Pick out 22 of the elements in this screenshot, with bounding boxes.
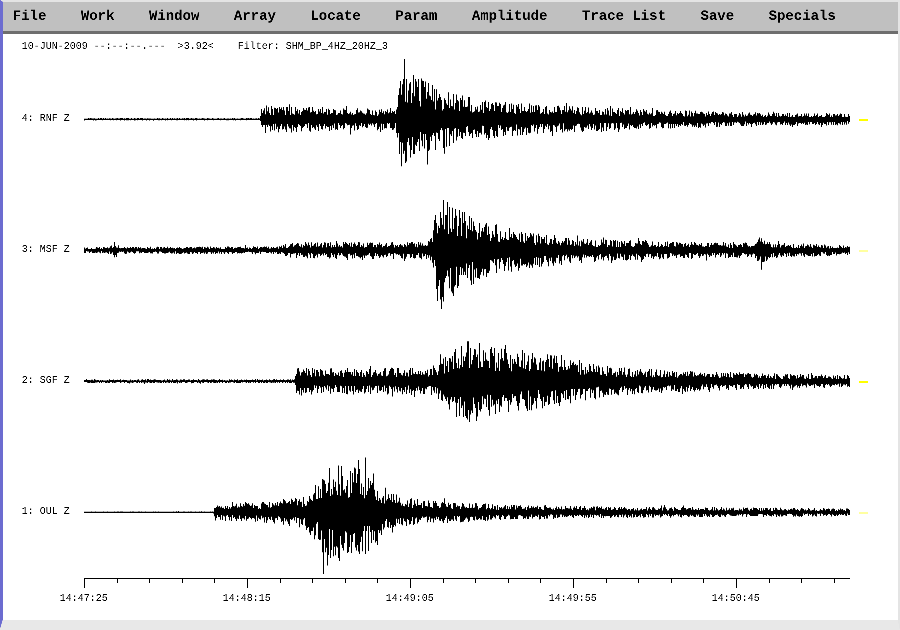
- menu-item[interactable]: Param: [396, 8, 438, 24]
- trace-label: 2: SGF Z: [22, 376, 72, 388]
- time-label: 14:47:25: [60, 594, 108, 605]
- time-label: 14:50:45: [712, 594, 760, 605]
- menu-item[interactable]: Window: [149, 8, 200, 24]
- menu-item[interactable]: Array: [234, 8, 276, 24]
- menu-item[interactable]: File: [13, 8, 47, 24]
- menu-item[interactable]: Specials: [768, 8, 836, 24]
- menu-item[interactable]: Trace List: [582, 8, 666, 24]
- trace-label: 1: OUL Z: [22, 506, 72, 518]
- menu-item[interactable]: Locate: [310, 8, 362, 24]
- time-label: 14:49:55: [549, 594, 597, 605]
- trace-label: 3: MSF Z: [22, 244, 72, 256]
- time-label: 14:48:15: [223, 594, 271, 605]
- date-time-text: 10-JUN-2009 --:--:--.---: [22, 42, 166, 54]
- time-label: 14:49:05: [386, 594, 434, 605]
- menu-item[interactable]: Amplitude: [472, 8, 548, 24]
- trace-label: 4: RNF Z: [22, 114, 72, 126]
- menu-item[interactable]: Work: [81, 8, 115, 24]
- filter-text: Filter: SHM_BP_4HZ_20HZ_3: [238, 42, 388, 54]
- magnification-text: >3.92<: [178, 42, 214, 54]
- menu-item[interactable]: Save: [700, 8, 734, 24]
